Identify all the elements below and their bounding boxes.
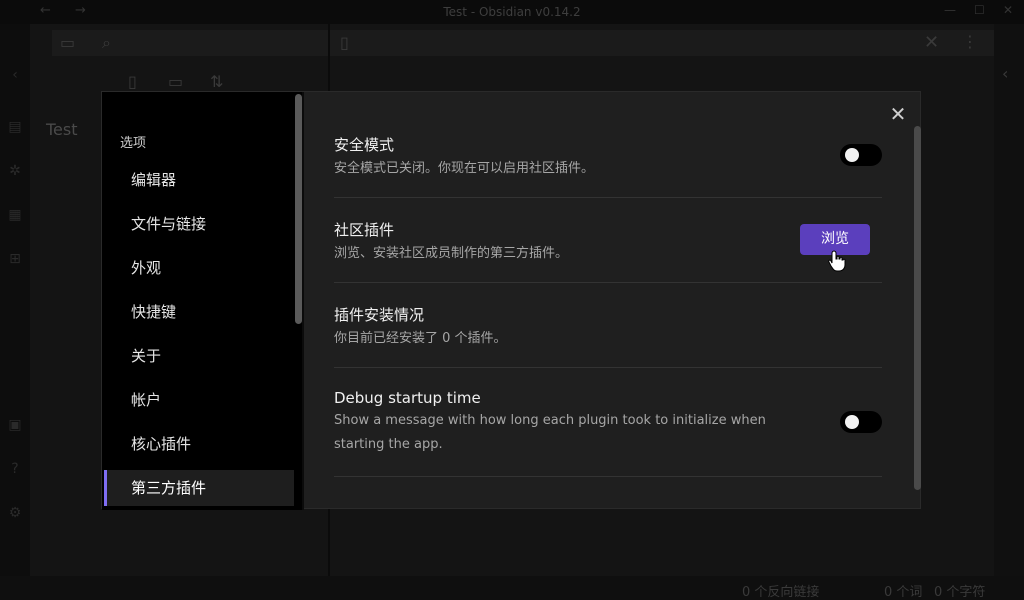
vault-icon[interactable]: ▣ — [6, 416, 24, 434]
setting-community-plugins: 社区插件 浏览、安装社区成员制作的第三方插件。 浏览 — [334, 219, 882, 283]
setting-name: 插件安装情况 — [334, 306, 425, 324]
close-tab-icon[interactable]: ✕ — [924, 32, 939, 53]
help-icon[interactable]: ? — [6, 460, 24, 478]
graph-view-icon[interactable]: ✲ — [6, 162, 24, 180]
title-bar: ← → Test - Obsidian v0.14.2 — ☐ ✕ — [0, 0, 1024, 24]
backlinks-count: 0 个反向链接 — [742, 585, 820, 600]
sidebar-item-about[interactable]: 关于 — [104, 338, 294, 374]
settings-content: ✕ 安全模式 安全模式已关闭。你现在可以启用社区插件。 社区插件 浏览、安装社区… — [304, 92, 922, 510]
sidebar-item-community-plugins[interactable]: 第三方插件 — [104, 470, 294, 506]
vault-name: Test — [46, 120, 78, 139]
plugins-icon[interactable]: ⊞ — [6, 250, 24, 268]
folder-tab-icon[interactable]: ▭ — [60, 33, 75, 52]
setting-installed-plugins: 插件安装情况 你目前已经安装了 0 个插件。 — [334, 304, 882, 368]
char-count: 0 个字符 — [934, 585, 986, 600]
minimize-icon[interactable]: — — [944, 3, 956, 17]
sort-icon[interactable]: ⇅ — [210, 72, 223, 91]
ribbon: ‹ ▤ ✲ ▦ ⊞ ▣ ? ⚙ — [0, 24, 30, 576]
close-modal-icon[interactable]: ✕ — [886, 102, 910, 126]
sidebar-item-hotkeys[interactable]: 快捷键 — [104, 294, 294, 330]
collapse-left-icon[interactable]: ‹ — [6, 66, 24, 84]
sidebar-item-account[interactable]: 帐户 — [104, 382, 294, 418]
setting-name: 安全模式 — [334, 136, 395, 154]
sidebar-item-files-links[interactable]: 文件与链接 — [104, 206, 294, 242]
search-icon[interactable]: ⌕ — [102, 33, 111, 53]
new-folder-icon[interactable]: ▭ — [168, 72, 183, 91]
toggle-knob — [845, 415, 859, 429]
file-icon: ▯ — [340, 33, 349, 52]
toggle-knob — [845, 148, 859, 162]
settings-sidebar-header: 选项 — [120, 136, 147, 151]
close-window-icon[interactable]: ✕ — [1003, 3, 1013, 17]
sidebar-item-editor[interactable]: 编辑器 — [104, 162, 294, 198]
new-note-icon[interactable]: ▯ — [128, 72, 137, 91]
maximize-icon[interactable]: ☐ — [974, 3, 985, 17]
sidebar-item-appearance[interactable]: 外观 — [104, 250, 294, 286]
setting-desc: 安全模式已关闭。你现在可以启用社区插件。 — [334, 161, 595, 176]
sidebar-item-core-plugins[interactable]: 核心插件 — [104, 426, 294, 462]
setting-safe-mode: 安全模式 安全模式已关闭。你现在可以启用社区插件。 — [334, 134, 882, 198]
settings-modal: 选项 编辑器 文件与链接 外观 快捷键 关于 帐户 核心插件 第三方插件 ✕ 安… — [101, 91, 922, 510]
setting-desc: 浏览、安装社区成员制作的第三方插件。 — [334, 246, 569, 261]
setting-desc: Show a message with how long each plugin… — [334, 413, 766, 452]
status-bar: 0 个反向链接 0 个词 0 个字符 — [0, 576, 1024, 600]
editor-tab-header: ▯ ✕ ⋮ — [330, 30, 994, 56]
right-ribbon: ‹ — [994, 24, 1024, 576]
more-options-icon[interactable]: ⋮ — [962, 32, 978, 51]
window-title: Test - Obsidian v0.14.2 — [443, 5, 581, 19]
hand-cursor-icon — [828, 250, 846, 272]
collapse-right-icon[interactable]: ‹ — [1002, 64, 1008, 83]
quick-switcher-icon[interactable]: ▤ — [6, 118, 24, 136]
safe-mode-toggle[interactable] — [840, 144, 882, 166]
left-pane-tabs: ▭ ⌕ — [52, 30, 328, 56]
setting-name: Debug startup time — [334, 389, 481, 407]
sidebar-scrollbar[interactable] — [295, 94, 302, 324]
setting-debug-startup: Debug startup time Show a message with h… — [334, 389, 882, 477]
setting-desc: 你目前已经安装了 0 个插件。 — [334, 331, 507, 346]
debug-startup-toggle[interactable] — [840, 411, 882, 433]
settings-sidebar: 选项 编辑器 文件与链接 外观 快捷键 关于 帐户 核心插件 第三方插件 — [102, 92, 302, 510]
settings-gear-icon[interactable]: ⚙ — [6, 504, 24, 522]
word-count: 0 个词 — [884, 585, 923, 600]
canvas-icon[interactable]: ▦ — [6, 206, 24, 224]
content-scrollbar[interactable] — [914, 126, 921, 490]
